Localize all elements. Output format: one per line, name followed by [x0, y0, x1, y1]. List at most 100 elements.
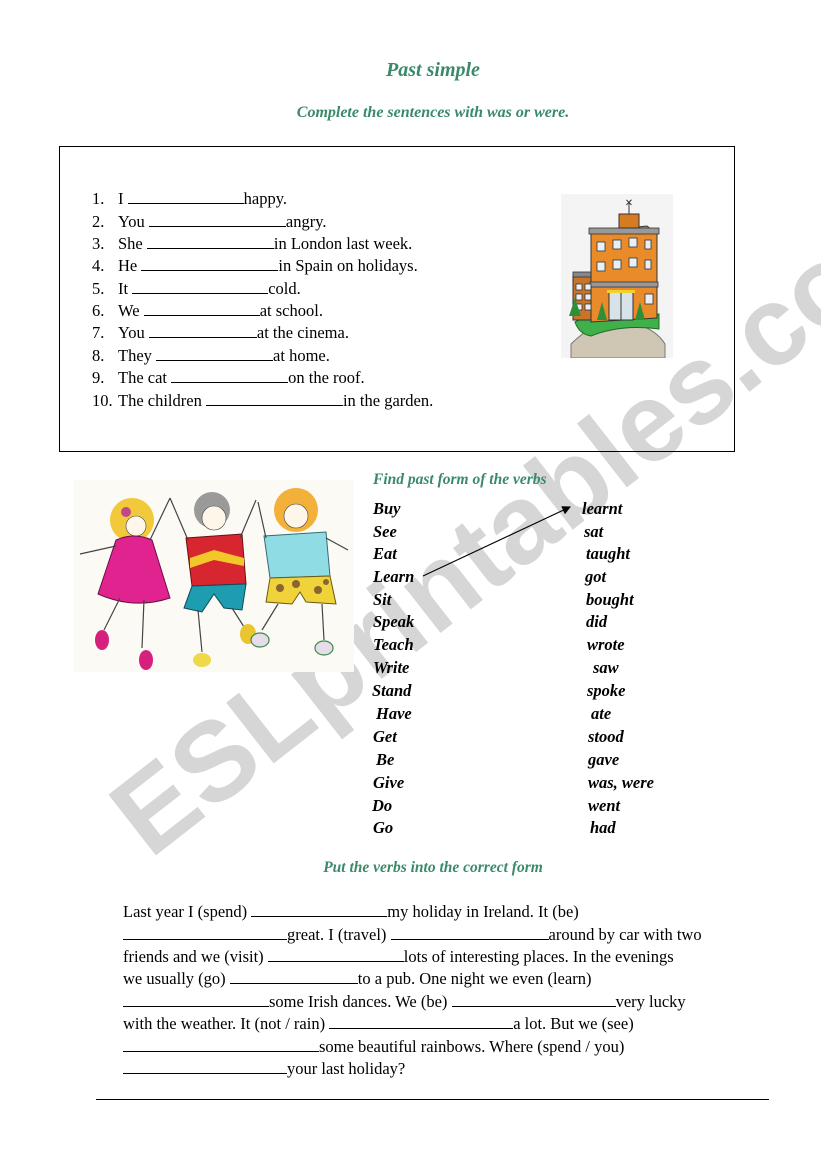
item-subject: She: [118, 234, 143, 253]
past-form[interactable]: got: [585, 567, 606, 587]
paragraph-text: a lot. But we (see): [513, 1014, 634, 1033]
answer-blank[interactable]: [123, 992, 269, 1007]
item-subject: They: [118, 346, 152, 365]
answer-blank[interactable]: [229, 969, 358, 984]
item-subject: You: [118, 212, 145, 231]
answer-blank[interactable]: [123, 925, 287, 940]
base-verb[interactable]: Teach: [373, 635, 414, 655]
base-verb[interactable]: Get: [373, 727, 397, 747]
paragraph-line: some Irish dances. We (be) very lucky: [123, 992, 686, 1012]
past-form[interactable]: wrote: [587, 635, 625, 655]
item-rest: on the roof.: [288, 368, 365, 387]
item-number: 3.: [92, 234, 105, 253]
exercise1-item: 5. It cold.: [92, 279, 301, 299]
paragraph-text: some Irish dances. We (be): [269, 992, 452, 1011]
school-building-illustration: ✕: [561, 194, 673, 358]
item-number: 2.: [92, 212, 105, 231]
item-subject: We: [118, 301, 140, 320]
item-rest: happy.: [243, 189, 288, 208]
past-form[interactable]: gave: [588, 750, 619, 770]
answer-blank[interactable]: [171, 368, 289, 383]
base-verb[interactable]: See: [373, 522, 397, 542]
past-form[interactable]: bought: [586, 590, 634, 610]
exercise1-item: 7. You at the cinema.: [92, 323, 349, 343]
item-number: 10.: [92, 391, 113, 410]
exercise1-item: 2. You angry.: [92, 212, 327, 232]
answer-blank[interactable]: [205, 391, 343, 406]
exercise2-instruction: Find past form of the verbs: [373, 471, 547, 488]
base-verb[interactable]: Buy: [373, 499, 401, 519]
answer-blank[interactable]: [141, 256, 279, 271]
item-rest: cold.: [268, 279, 301, 298]
paragraph-line: Last year I (spend) my holiday in Irelan…: [123, 902, 579, 922]
answer-blank[interactable]: [251, 902, 388, 917]
past-form[interactable]: ate: [591, 704, 611, 724]
base-verb[interactable]: Do: [372, 796, 392, 816]
past-form[interactable]: saw: [593, 658, 619, 678]
paragraph-text: lots of interesting places. In the eveni…: [403, 947, 674, 966]
base-verb[interactable]: Stand: [372, 681, 411, 701]
past-form[interactable]: stood: [588, 727, 624, 747]
paragraph-text: Last year I (spend): [123, 902, 252, 921]
exercise1-item: 1. I happy.: [92, 189, 287, 209]
answer-blank[interactable]: [148, 212, 286, 227]
paragraph-line: friends and we (visit) lots of interesti…: [123, 947, 674, 967]
past-form[interactable]: learnt: [582, 499, 622, 519]
paragraph-text: we usually (go): [123, 969, 230, 988]
past-form[interactable]: was, were: [588, 773, 654, 793]
item-subject: The cat: [118, 368, 168, 387]
paragraph-text: your last holiday?: [287, 1059, 406, 1078]
item-number: 5.: [92, 279, 105, 298]
past-form[interactable]: had: [590, 818, 616, 838]
base-verb[interactable]: Sit: [373, 590, 391, 610]
answer-blank[interactable]: [132, 279, 269, 294]
exercise1-item: 8. They at home.: [92, 346, 330, 366]
answer-blank[interactable]: [451, 992, 616, 1007]
item-number: 6.: [92, 301, 105, 320]
answer-blank[interactable]: [143, 301, 260, 316]
base-verb[interactable]: Be: [376, 750, 394, 770]
past-form[interactable]: did: [586, 612, 607, 632]
answer-blank[interactable]: [123, 1037, 319, 1052]
base-verb[interactable]: Write: [373, 658, 409, 678]
item-rest: angry.: [285, 212, 327, 231]
base-verb[interactable]: Learn: [373, 567, 414, 587]
item-number: 8.: [92, 346, 105, 365]
answer-blank[interactable]: [123, 1059, 287, 1074]
base-verb[interactable]: Go: [373, 818, 393, 838]
paragraph-text: with the weather. It (not / rain): [123, 1014, 330, 1033]
paragraph-text: very lucky: [615, 992, 686, 1011]
paragraph-text: friends and we (visit): [123, 947, 268, 966]
exercise1-item: 4. He in Spain on holidays.: [92, 256, 418, 276]
answer-blank[interactable]: [267, 947, 404, 962]
arrow-line: [422, 506, 571, 577]
base-verb[interactable]: Eat: [373, 544, 397, 564]
dancing-children-illustration: [74, 480, 354, 672]
answer-blank[interactable]: [390, 925, 549, 940]
paragraph-text: to a pub. One night we even (learn): [357, 969, 592, 988]
item-rest: at the cinema.: [256, 323, 349, 342]
answer-blank[interactable]: [156, 346, 274, 361]
item-number: 7.: [92, 323, 105, 342]
exercise1-item: 9. The cat on the roof.: [92, 368, 365, 388]
item-rest: in Spain on holidays.: [278, 256, 418, 275]
past-form[interactable]: sat: [584, 522, 603, 542]
answer-blank[interactable]: [329, 1014, 514, 1029]
item-subject: The children: [118, 391, 202, 410]
answer-blank[interactable]: [127, 189, 244, 204]
answer-blank[interactable]: [148, 323, 257, 338]
base-verb[interactable]: Give: [373, 773, 404, 793]
item-rest: in London last week.: [273, 234, 413, 253]
svg-text:✕: ✕: [625, 198, 633, 209]
paragraph-line: we usually (go) to a pub. One night we e…: [123, 969, 591, 989]
past-form[interactable]: taught: [586, 544, 630, 564]
item-rest: at home.: [273, 346, 330, 365]
item-rest: in the garden.: [342, 391, 434, 410]
exercise1-instruction: Complete the sentences with was or were.: [296, 104, 570, 121]
base-verb[interactable]: Have: [376, 704, 412, 724]
past-form[interactable]: went: [588, 796, 620, 816]
answer-blank[interactable]: [146, 234, 274, 249]
base-verb[interactable]: Speak: [373, 612, 414, 632]
paragraph-text: great. I (travel): [287, 925, 391, 944]
past-form[interactable]: spoke: [587, 681, 626, 701]
